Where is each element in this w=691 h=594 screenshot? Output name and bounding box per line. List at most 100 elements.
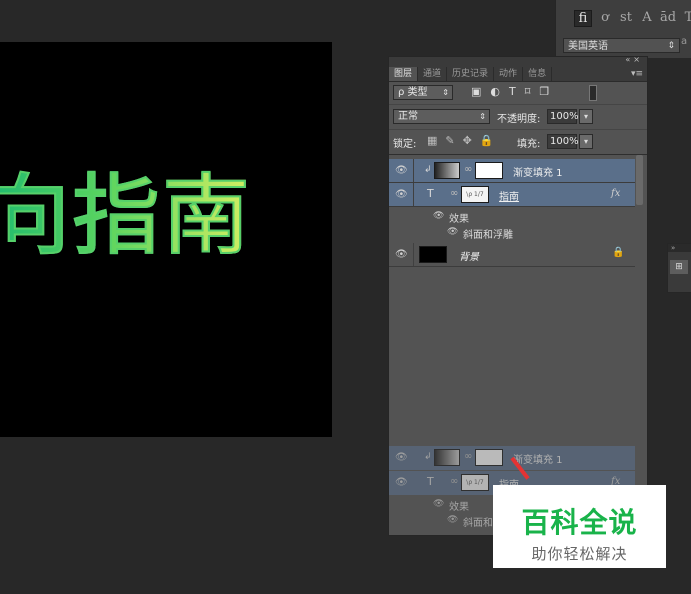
opacity-label: 不透明度: bbox=[497, 114, 541, 125]
layer-name: 渐变填充 1 bbox=[513, 455, 563, 466]
watermark-logo: 百科全说 助你轻松解决 bbox=[493, 485, 666, 568]
layer-text[interactable]: 👁 T ∞ \ρ 1/7 指南 fx bbox=[389, 183, 635, 207]
fx-icon[interactable]: fx bbox=[611, 188, 620, 199]
lock-label: 锁定: bbox=[393, 139, 417, 150]
effects-label: 效果 bbox=[449, 214, 469, 225]
mask-thumbnail bbox=[475, 449, 503, 466]
character-panel: fi ơ st A ād T 美国英语 ⇕ bbox=[555, 0, 691, 58]
tab-actions[interactable]: 动作 bbox=[494, 67, 524, 81]
filter-kind-select[interactable]: ρ 类型 ⇕ bbox=[393, 85, 453, 100]
canvas-text-layer: 向指南 bbox=[0, 171, 252, 261]
blend-mode-value: 正常 bbox=[398, 111, 418, 122]
eye-icon[interactable]: 👁 bbox=[395, 249, 408, 260]
filter-kind-value: ρ 类型 bbox=[398, 87, 428, 98]
eye-icon[interactable]: 👁 bbox=[447, 227, 458, 237]
blend-mode-select[interactable]: 正常 ⇕ bbox=[393, 109, 490, 124]
fraction-button[interactable]: T bbox=[681, 10, 691, 27]
lock-icon: 🔒 bbox=[612, 247, 625, 258]
eye-icon: 👁 bbox=[447, 515, 459, 525]
filter-toggle[interactable] bbox=[589, 85, 597, 101]
tab-history[interactable]: 历史记录 bbox=[447, 67, 495, 81]
watermark-subtitle: 助你轻松解决 bbox=[531, 545, 628, 563]
eye-icon[interactable]: 👁 bbox=[433, 211, 444, 221]
text-thumbnail: \ρ 1/7 bbox=[461, 474, 489, 491]
fill-input[interactable]: 100% bbox=[547, 134, 579, 149]
titling-alt-button[interactable]: A bbox=[639, 10, 655, 27]
gradient-thumbnail bbox=[434, 162, 460, 179]
tab-channels[interactable]: 通道 bbox=[418, 67, 448, 81]
chain-link-icon: ∞ bbox=[450, 476, 459, 487]
type-filter-icon[interactable]: T bbox=[509, 85, 516, 98]
opacity-dropdown-button[interactable]: ▾ bbox=[579, 109, 593, 124]
lock-pixels-icon[interactable]: ✎ bbox=[445, 134, 454, 147]
effects-label: 效果 bbox=[449, 502, 469, 513]
effect-name: 斜面和 bbox=[463, 518, 493, 529]
opentype-glyph-buttons: fi ơ st A ād T bbox=[574, 10, 691, 27]
tab-info[interactable]: 信息 bbox=[523, 67, 553, 81]
chevron-updown-icon: ⇕ bbox=[667, 41, 675, 51]
clipping-arrow-icon: ↲ bbox=[424, 165, 432, 175]
layer-background[interactable]: 👁 背景 🔒 bbox=[389, 243, 635, 267]
collapsed-panel-dock: » ⊞ bbox=[667, 243, 691, 293]
lock-row: 锁定: ▦ ✎ ✥ 🔒 填充: 100% ▾ bbox=[389, 130, 647, 155]
divider bbox=[413, 159, 414, 182]
type-layer-icon: T bbox=[427, 187, 434, 200]
language-select[interactable]: 美国英语 ⇕ bbox=[563, 38, 680, 53]
document-canvas[interactable]: 向指南 bbox=[0, 42, 332, 437]
antialias-label: a bbox=[681, 36, 688, 47]
eye-icon: 👁 bbox=[395, 477, 408, 488]
bevel-emboss-row[interactable]: 👁 斜面和浮雕 bbox=[389, 225, 635, 241]
layer-gradient-fill[interactable]: 👁 ↲ ∞ 渐变填充 1 bbox=[389, 159, 635, 183]
lock-icons: ▦ ✎ ✥ 🔒 bbox=[427, 134, 494, 147]
chevron-updown-icon: ⇕ bbox=[479, 112, 486, 121]
background-thumbnail bbox=[419, 246, 447, 263]
adjustment-filter-icon[interactable]: ◐ bbox=[490, 85, 500, 98]
layers-scrollbar[interactable] bbox=[636, 155, 643, 205]
chevron-updown-icon: ⇕ bbox=[442, 88, 449, 97]
layer-name: 渐变填充 1 bbox=[513, 168, 563, 179]
text-thumbnail: \ρ 1/7 bbox=[461, 186, 489, 203]
eye-icon: 👁 bbox=[433, 499, 445, 509]
stylistic-alt-button[interactable]: st bbox=[618, 10, 634, 27]
opacity-input[interactable]: 100% bbox=[547, 109, 579, 124]
tab-layers[interactable]: 图层 bbox=[389, 67, 419, 81]
eye-icon[interactable]: 👁 bbox=[395, 165, 408, 176]
layer-name: 背景 bbox=[459, 252, 479, 263]
layer-filter-row: ρ 类型 ⇕ ▣ ◐ T ⌑ ❐ bbox=[389, 82, 647, 105]
ordinal-button[interactable]: ād bbox=[660, 10, 676, 27]
divider bbox=[413, 243, 414, 266]
gradient-thumbnail bbox=[434, 449, 460, 466]
fill-dropdown-button[interactable]: ▾ bbox=[579, 134, 593, 149]
lock-position-icon[interactable]: ✥ bbox=[463, 134, 472, 147]
chain-link-icon[interactable]: ∞ bbox=[464, 164, 472, 175]
eye-icon[interactable]: 👁 bbox=[395, 189, 408, 200]
panel-menu-icon[interactable]: ▾≡ bbox=[631, 67, 643, 81]
clipping-arrow-icon: ↲ bbox=[424, 452, 432, 462]
divider bbox=[413, 183, 414, 206]
watermark-title: 百科全说 bbox=[521, 506, 638, 539]
effects-row[interactable]: 👁 效果 bbox=[389, 209, 635, 225]
chain-link-icon[interactable]: ∞ bbox=[450, 188, 458, 199]
ligature-button[interactable]: fi bbox=[574, 10, 592, 27]
language-value: 美国英语 bbox=[568, 41, 608, 52]
type-layer-icon: T bbox=[427, 475, 434, 488]
lock-transparency-icon[interactable]: ▦ bbox=[427, 134, 437, 147]
lock-all-icon[interactable]: 🔒 bbox=[480, 134, 494, 147]
pixel-filter-icon[interactable]: ▣ bbox=[471, 85, 481, 98]
dock-expand-icon[interactable]: » bbox=[668, 244, 691, 252]
effect-name: 斜面和浮雕 bbox=[463, 230, 513, 241]
panel-tabs: 图层 通道 历史记录 动作 信息 ▾≡ bbox=[389, 67, 647, 82]
layer-name: 指南 bbox=[499, 192, 519, 203]
filter-icons: ▣ ◐ T ⌑ ❐ bbox=[471, 85, 549, 98]
collapse-close-icon[interactable]: «× bbox=[625, 55, 643, 64]
swash-button[interactable]: ơ bbox=[597, 10, 613, 27]
chain-link-icon: ∞ bbox=[464, 451, 473, 462]
panel-title-bar[interactable]: «× bbox=[389, 55, 647, 67]
fill-label: 填充: bbox=[517, 139, 541, 150]
eye-icon: 👁 bbox=[395, 452, 408, 463]
dock-panel-icon[interactable]: ⊞ bbox=[670, 260, 688, 274]
mask-thumbnail bbox=[475, 162, 503, 179]
smart-object-filter-icon[interactable]: ❐ bbox=[539, 85, 549, 98]
blend-row: 正常 ⇕ 不透明度: 100% ▾ bbox=[389, 105, 647, 130]
shape-filter-icon[interactable]: ⌑ bbox=[525, 85, 531, 98]
